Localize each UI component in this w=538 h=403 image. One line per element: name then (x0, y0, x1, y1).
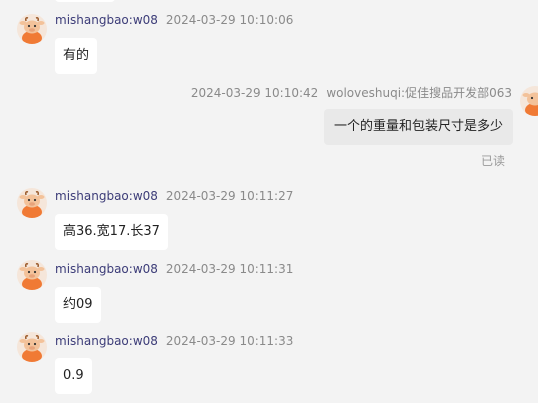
sender-name[interactable]: mishangbao:w08 (55, 189, 158, 203)
sender-name[interactable]: mishangbao:w08 (55, 334, 158, 348)
message-timestamp: 2024-03-29 10:11:31 (165, 262, 294, 276)
message-bubble[interactable]: 高36.宽17.长37 (55, 214, 168, 250)
avatar-icon[interactable] (17, 260, 47, 290)
sender-name[interactable]: mishangbao:w08 (55, 262, 158, 276)
avatar-icon[interactable] (17, 188, 47, 218)
sender-name[interactable]: woloveshuqi:促佳搜品开发部063 (326, 86, 512, 100)
avatar-icon[interactable] (520, 86, 538, 116)
previous-message-bubble-edge (55, 0, 115, 2)
message-bubble[interactable]: 一个的重量和包装尺寸是多少 (323, 109, 513, 145)
message-bubble[interactable]: 有的 (55, 38, 98, 74)
message-timestamp: 2024-03-29 10:11:27 (165, 189, 294, 203)
message-bubble[interactable]: 约09 (55, 287, 101, 323)
avatar-icon[interactable] (17, 332, 47, 362)
message-timestamp: 2024-03-29 10:10:42 (190, 86, 319, 100)
read-status: 已读 (480, 154, 505, 168)
message-bubble[interactable]: 0.9 (55, 358, 92, 394)
sender-name[interactable]: mishangbao:w08 (55, 13, 158, 27)
message-timestamp: 2024-03-29 10:11:33 (165, 334, 294, 348)
message-timestamp: 2024-03-29 10:10:06 (165, 13, 294, 27)
avatar-icon[interactable] (17, 14, 47, 44)
